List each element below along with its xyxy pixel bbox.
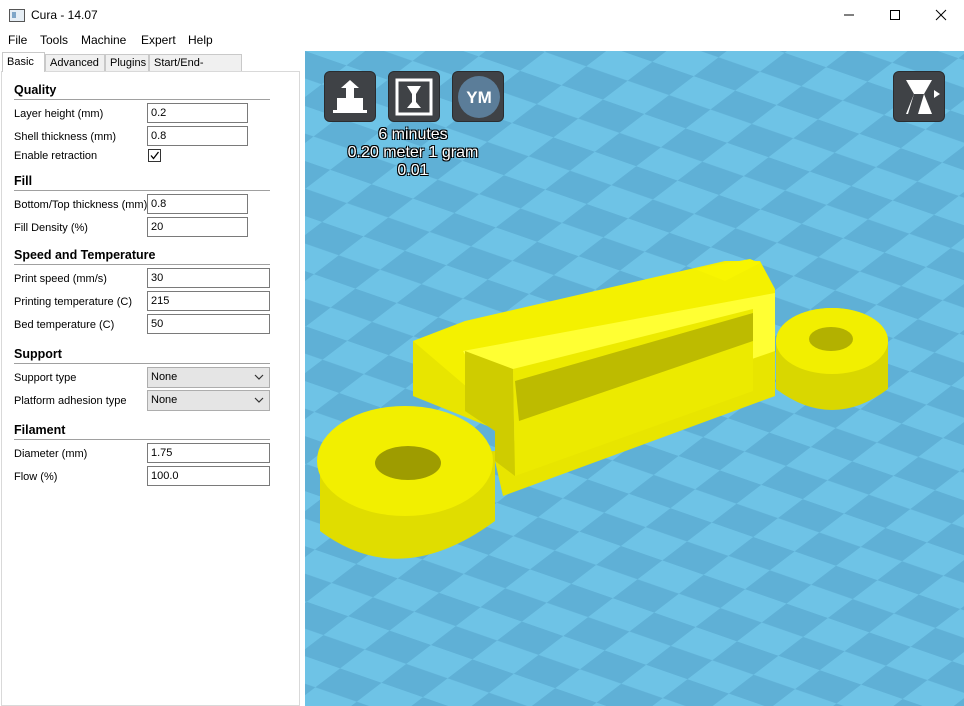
menu-expert[interactable]: Expert: [141, 33, 176, 47]
minimize-icon: [844, 14, 854, 16]
maximize-button[interactable]: [872, 0, 918, 30]
platform-adhesion-select[interactable]: None: [147, 390, 270, 411]
print-cost: 0.01: [397, 162, 429, 179]
maximize-icon: [890, 10, 900, 20]
chevron-down-icon: [254, 397, 264, 403]
enable-retraction-label: Enable retraction: [14, 150, 98, 162]
chevron-down-icon: [254, 374, 264, 380]
youmagine-label: YM: [466, 88, 492, 107]
view-mode-icon: [906, 80, 940, 114]
layer-height-label: Layer height (mm): [14, 108, 104, 120]
section-divider: [14, 264, 270, 265]
menu-bar: File Tools Machine Expert Help: [0, 30, 964, 51]
shell-thickness-label: Shell thickness (mm): [14, 131, 117, 143]
menu-machine[interactable]: Machine: [81, 33, 126, 47]
section-title-speed-temperature: Speed and Temperature: [14, 248, 156, 262]
section-divider: [14, 363, 270, 364]
bottom-top-thickness-input[interactable]: [147, 194, 248, 214]
section-title-support: Support: [14, 347, 62, 361]
print-button[interactable]: [388, 71, 440, 122]
tab-basic[interactable]: Basic: [2, 52, 45, 72]
window-title: Cura - 14.07: [31, 8, 98, 22]
bed-temperature-label: Bed temperature (C): [14, 319, 115, 331]
minimize-button[interactable]: [826, 0, 872, 30]
youmagine-icon: YM: [458, 76, 500, 118]
title-bar: Cura - 14.07: [0, 0, 964, 30]
view-mode-button[interactable]: [893, 71, 945, 122]
print-icon: [395, 78, 433, 116]
fill-density-input[interactable]: [147, 217, 248, 237]
section-title-filament: Filament: [14, 423, 66, 437]
printing-temperature-input[interactable]: [147, 291, 270, 311]
tab-advanced[interactable]: Advanced: [45, 54, 105, 71]
3d-viewport[interactable]: YM 6 minutes 0.20 meter 1 gram 0.01: [305, 51, 964, 706]
support-type-value: None: [151, 371, 178, 383]
youmagine-button[interactable]: YM: [452, 71, 504, 122]
close-button[interactable]: [918, 0, 964, 30]
print-time: 6 minutes: [378, 126, 448, 143]
support-type-select[interactable]: None: [147, 367, 270, 388]
settings-tabs: Basic Advanced Plugins Start/End-GCode: [0, 52, 300, 86]
support-type-label: Support type: [14, 372, 77, 384]
section-divider: [14, 99, 270, 100]
load-model-icon: [333, 80, 367, 113]
section-title-quality: Quality: [14, 83, 57, 97]
tab-start-end-gcode[interactable]: Start/End-GCode: [149, 54, 242, 86]
printing-temperature-label: Printing temperature (C): [14, 296, 132, 308]
checkmark-icon: [150, 151, 160, 160]
platform-adhesion-value: None: [151, 394, 178, 406]
fill-density-label: Fill Density (%): [14, 222, 88, 234]
app-icon: [9, 9, 25, 22]
print-speed-input[interactable]: [147, 268, 270, 288]
close-icon: [935, 9, 947, 21]
bed-temperature-input[interactable]: [147, 314, 270, 334]
diameter-input[interactable]: [147, 443, 270, 463]
diameter-label: Diameter (mm): [14, 448, 88, 460]
flow-input[interactable]: [147, 466, 270, 486]
menu-file[interactable]: File: [8, 33, 27, 47]
menu-tools[interactable]: Tools: [40, 33, 68, 47]
tab-plugins[interactable]: Plugins: [105, 54, 149, 71]
bottom-top-thickness-label: Bottom/Top thickness (mm): [14, 199, 148, 211]
section-divider: [14, 439, 270, 440]
section-divider: [14, 190, 270, 191]
section-title-fill: Fill: [14, 174, 33, 188]
layer-height-input[interactable]: [147, 103, 248, 123]
settings-panel: [1, 71, 300, 706]
print-stats: 6 minutes 0.20 meter 1 gram 0.01: [325, 126, 501, 180]
enable-retraction-checkbox[interactable]: [148, 149, 161, 162]
flow-label: Flow (%): [14, 471, 58, 483]
print-speed-label: Print speed (mm/s): [14, 273, 107, 285]
menu-help[interactable]: Help: [188, 33, 213, 47]
shell-thickness-input[interactable]: [147, 126, 248, 146]
platform-adhesion-label: Platform adhesion type: [14, 395, 127, 407]
load-model-button[interactable]: [324, 71, 376, 122]
print-material: 0.20 meter 1 gram: [347, 144, 479, 161]
